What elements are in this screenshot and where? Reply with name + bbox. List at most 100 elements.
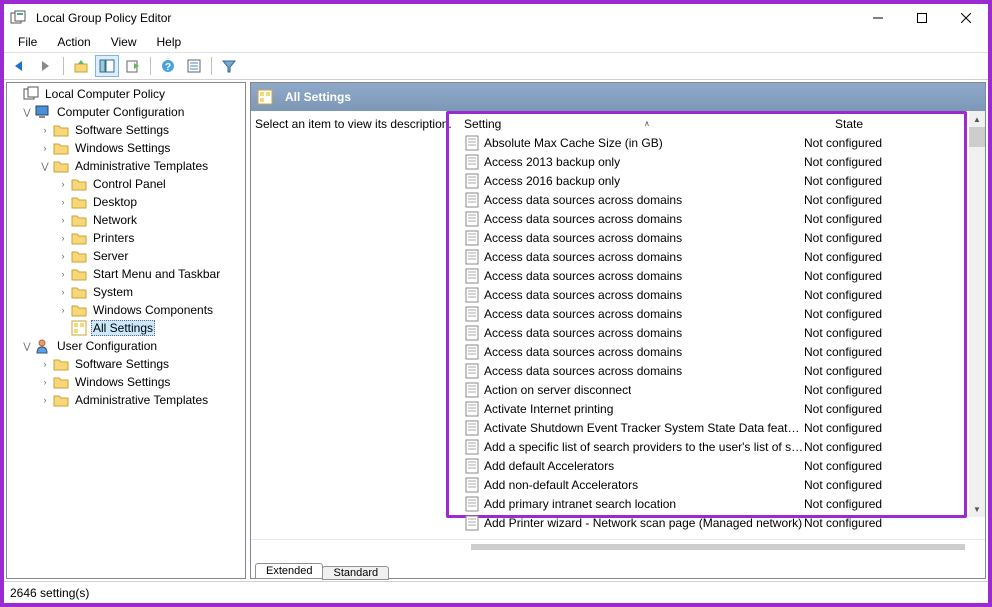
tree-toggle[interactable] bbox=[57, 322, 69, 334]
tree-label: Local Computer Policy bbox=[43, 87, 167, 101]
setting-row[interactable]: Access 2016 backup only Not configured bbox=[454, 171, 985, 190]
setting-row[interactable]: Add Printer wizard - Network scan page (… bbox=[454, 513, 985, 532]
tree-item[interactable]: ›System bbox=[7, 283, 245, 301]
tree-item[interactable]: ›Printers bbox=[7, 229, 245, 247]
properties-button[interactable] bbox=[182, 55, 206, 77]
tree-item[interactable]: All Settings bbox=[7, 319, 245, 337]
setting-name: Action on server disconnect bbox=[484, 383, 631, 397]
tree-item[interactable]: ›Control Panel bbox=[7, 175, 245, 193]
tree-toggle[interactable]: › bbox=[57, 178, 69, 190]
export-list-button[interactable] bbox=[121, 55, 145, 77]
tree-toggle[interactable] bbox=[9, 88, 21, 100]
setting-row[interactable]: Add default AcceleratorsNot configured bbox=[454, 456, 985, 475]
tree-toggle[interactable]: › bbox=[39, 394, 51, 406]
folder-icon bbox=[53, 158, 69, 174]
tree-toggle[interactable]: › bbox=[57, 214, 69, 226]
back-button[interactable] bbox=[8, 55, 32, 77]
setting-row[interactable]: Access data sources across domainsNot co… bbox=[454, 361, 985, 380]
tree-item[interactable]: ⋁Administrative Templates bbox=[7, 157, 245, 175]
tree-item[interactable]: ›Desktop bbox=[7, 193, 245, 211]
menu-help[interactable]: Help bbox=[149, 34, 190, 50]
setting-row[interactable]: Add non-default AcceleratorsNot configur… bbox=[454, 475, 985, 494]
view-tabs: Extended Standard bbox=[251, 556, 985, 578]
tree-toggle[interactable]: › bbox=[39, 376, 51, 388]
maximize-button[interactable] bbox=[900, 4, 944, 32]
setting-row[interactable]: Access data sources across domainsNot co… bbox=[454, 247, 985, 266]
menu-action[interactable]: Action bbox=[49, 34, 98, 50]
up-button[interactable] bbox=[69, 55, 93, 77]
help-button[interactable]: ? bbox=[156, 55, 180, 77]
setting-row[interactable]: Access data sources across domainsNot co… bbox=[454, 266, 985, 285]
setting-row[interactable]: Activate Shutdown Event Tracker System S… bbox=[454, 418, 985, 437]
tree-pane[interactable]: Local Computer Policy ⋁ Computer Configu… bbox=[6, 82, 246, 579]
tree-toggle[interactable]: ⋁ bbox=[39, 160, 51, 172]
forward-button[interactable] bbox=[34, 55, 58, 77]
tree-computer-config[interactable]: ⋁ Computer Configuration bbox=[7, 103, 245, 121]
setting-state: Not configured bbox=[804, 269, 894, 283]
tree-collapse-icon[interactable]: ⋁ bbox=[21, 106, 33, 118]
setting-row[interactable]: Activate Internet printingNot configured bbox=[454, 399, 985, 418]
setting-row[interactable]: Access data sources across domainsNot co… bbox=[454, 228, 985, 247]
tree-item[interactable]: ›Windows Settings bbox=[7, 373, 245, 391]
tree-user-config[interactable]: ⋁ User Configuration bbox=[7, 337, 245, 355]
column-header-state[interactable]: State bbox=[804, 117, 894, 131]
tab-extended[interactable]: Extended bbox=[255, 563, 323, 579]
tree-toggle[interactable]: › bbox=[57, 196, 69, 208]
setting-row[interactable]: Action on server disconnectNot configure… bbox=[454, 380, 985, 399]
scroll-thumb[interactable] bbox=[969, 127, 985, 147]
setting-row[interactable]: Access data sources across domainsNot co… bbox=[454, 209, 985, 228]
setting-state: Not configured bbox=[804, 174, 894, 188]
tree-item[interactable]: ›Windows Settings bbox=[7, 139, 245, 157]
tree-label: Server bbox=[91, 249, 130, 263]
folder-icon bbox=[53, 140, 69, 156]
tree-item[interactable]: › Server bbox=[7, 247, 245, 265]
show-hide-tree-button[interactable] bbox=[95, 55, 119, 77]
setting-icon bbox=[464, 515, 480, 531]
vertical-scrollbar[interactable]: ▲ ▼ bbox=[969, 111, 985, 517]
setting-row[interactable]: Access data sources across domainsNot co… bbox=[454, 190, 985, 209]
tree-toggle[interactable]: › bbox=[39, 358, 51, 370]
menu-file[interactable]: File bbox=[10, 34, 45, 50]
close-button[interactable] bbox=[944, 4, 988, 32]
tab-standard[interactable]: Standard bbox=[322, 566, 389, 580]
tree-item[interactable]: ›Network bbox=[7, 211, 245, 229]
tree-root[interactable]: Local Computer Policy bbox=[7, 85, 245, 103]
setting-icon bbox=[464, 439, 480, 455]
scroll-up-button[interactable]: ▲ bbox=[969, 111, 985, 127]
tree-toggle[interactable]: › bbox=[57, 232, 69, 244]
setting-row[interactable]: Add a specific list of search providers … bbox=[454, 437, 985, 456]
tree-item[interactable]: ›Start Menu and Taskbar bbox=[7, 265, 245, 283]
horizontal-scroll-thumb[interactable] bbox=[471, 544, 965, 550]
menu-view[interactable]: View bbox=[103, 34, 145, 50]
setting-name: Access 2016 backup only bbox=[484, 174, 620, 188]
tree-toggle[interactable]: › bbox=[57, 286, 69, 298]
tree-item[interactable]: ›Windows Components bbox=[7, 301, 245, 319]
toolbar-separator bbox=[63, 57, 64, 75]
setting-row[interactable]: Access 2013 backup onlyNot configured bbox=[454, 152, 985, 171]
details-header: All Settings bbox=[251, 83, 985, 111]
setting-name: Activate Internet printing bbox=[484, 402, 613, 416]
setting-row[interactable]: Add primary intranet search locationNot … bbox=[454, 494, 985, 513]
tree-item[interactable]: ›Administrative Templates bbox=[7, 391, 245, 409]
setting-icon bbox=[464, 211, 480, 227]
app-icon bbox=[10, 10, 26, 26]
tree-toggle[interactable]: › bbox=[39, 124, 51, 136]
setting-row[interactable]: Access data sources across domainsNot co… bbox=[454, 304, 985, 323]
setting-row[interactable]: Access data sources across domainsNot co… bbox=[454, 285, 985, 304]
tree-toggle[interactable]: › bbox=[57, 250, 69, 262]
tree-item[interactable]: ›Software Settings bbox=[7, 121, 245, 139]
tree-toggle[interactable]: › bbox=[57, 268, 69, 280]
tree-label: All Settings bbox=[91, 320, 155, 336]
scroll-down-button[interactable]: ▼ bbox=[969, 501, 985, 517]
setting-row[interactable]: Absolute Max Cache Size (in GB)Not confi… bbox=[454, 133, 985, 152]
setting-row[interactable]: Access data sources across domainsNot co… bbox=[454, 323, 985, 342]
setting-state: Not configured bbox=[804, 345, 894, 359]
tree-toggle[interactable]: › bbox=[39, 142, 51, 154]
column-header-setting[interactable]: Setting ∧ bbox=[454, 117, 804, 131]
tree-toggle[interactable]: › bbox=[57, 304, 69, 316]
tree-item[interactable]: ›Software Settings bbox=[7, 355, 245, 373]
setting-row[interactable]: Access data sources across domainsNot co… bbox=[454, 342, 985, 361]
tree-collapse-icon[interactable]: ⋁ bbox=[21, 340, 33, 352]
minimize-button[interactable] bbox=[856, 4, 900, 32]
filter-button[interactable] bbox=[217, 55, 241, 77]
